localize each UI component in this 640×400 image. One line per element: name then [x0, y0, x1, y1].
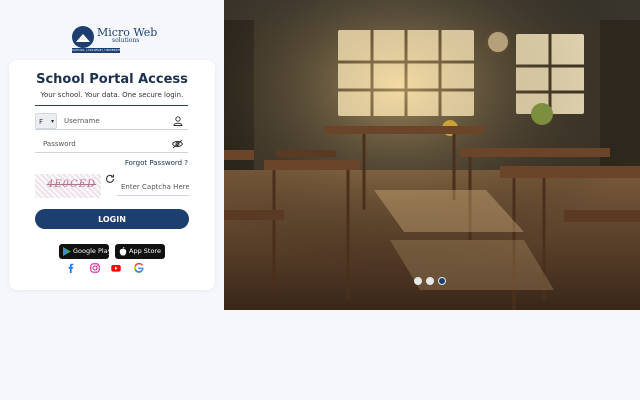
instagram-icon[interactable] [90, 263, 100, 273]
password-input[interactable] [43, 138, 163, 150]
country-code-select[interactable]: F ▾ [35, 113, 57, 129]
captcha-image: 4E0CED [35, 174, 101, 198]
username-input[interactable] [64, 115, 164, 127]
youtube-icon[interactable] [111, 263, 121, 273]
page-subtitle: Your school. Your data. One secure login… [40, 91, 184, 99]
eye-off-icon[interactable] [172, 139, 183, 149]
username-field: F ▾ [35, 113, 188, 130]
classroom-photo [224, 0, 640, 310]
page-title: School Portal Access [36, 72, 188, 87]
google-play-icon [63, 247, 71, 256]
apple-icon [119, 247, 127, 256]
brand-logo: Micro Web solutions SCHOOL | COLLEGE | U… [72, 26, 157, 54]
password-field [35, 136, 188, 153]
refresh-icon[interactable] [105, 174, 115, 184]
forgot-password-link[interactable]: Forgot Password ? [125, 159, 188, 167]
login-button[interactable]: LOGIN [35, 209, 189, 229]
app-store-label: App Store [129, 247, 161, 255]
captcha-field [117, 179, 189, 196]
logo-mark-icon [72, 26, 94, 48]
country-code-value: F [39, 118, 44, 126]
google-play-badge[interactable]: Google Play [59, 244, 112, 259]
facebook-icon[interactable] [66, 263, 76, 273]
brand-subname: solutions [112, 37, 140, 44]
user-icon [173, 116, 183, 126]
carousel-dots [414, 277, 454, 287]
brand-tagline: SCHOOL | COLLEGE | UNIVERSITY ERP [72, 48, 120, 53]
carousel-dot-1[interactable] [414, 277, 422, 285]
title-divider [35, 105, 188, 106]
google-play-label: Google Play [73, 247, 112, 255]
carousel-dot-3[interactable] [438, 277, 446, 285]
hero-carousel [224, 0, 640, 310]
login-card: School Portal Access Your school. Your d… [9, 60, 215, 290]
captcha-text: 4E0CED [47, 179, 96, 190]
left-pane: Micro Web solutions SCHOOL | COLLEGE | U… [0, 0, 224, 310]
app-store-badge[interactable]: App Store [115, 244, 165, 259]
captcha-input[interactable] [121, 181, 189, 193]
google-icon[interactable] [134, 263, 144, 273]
carousel-dot-2[interactable] [426, 277, 434, 285]
chevron-down-icon: ▾ [50, 118, 54, 125]
